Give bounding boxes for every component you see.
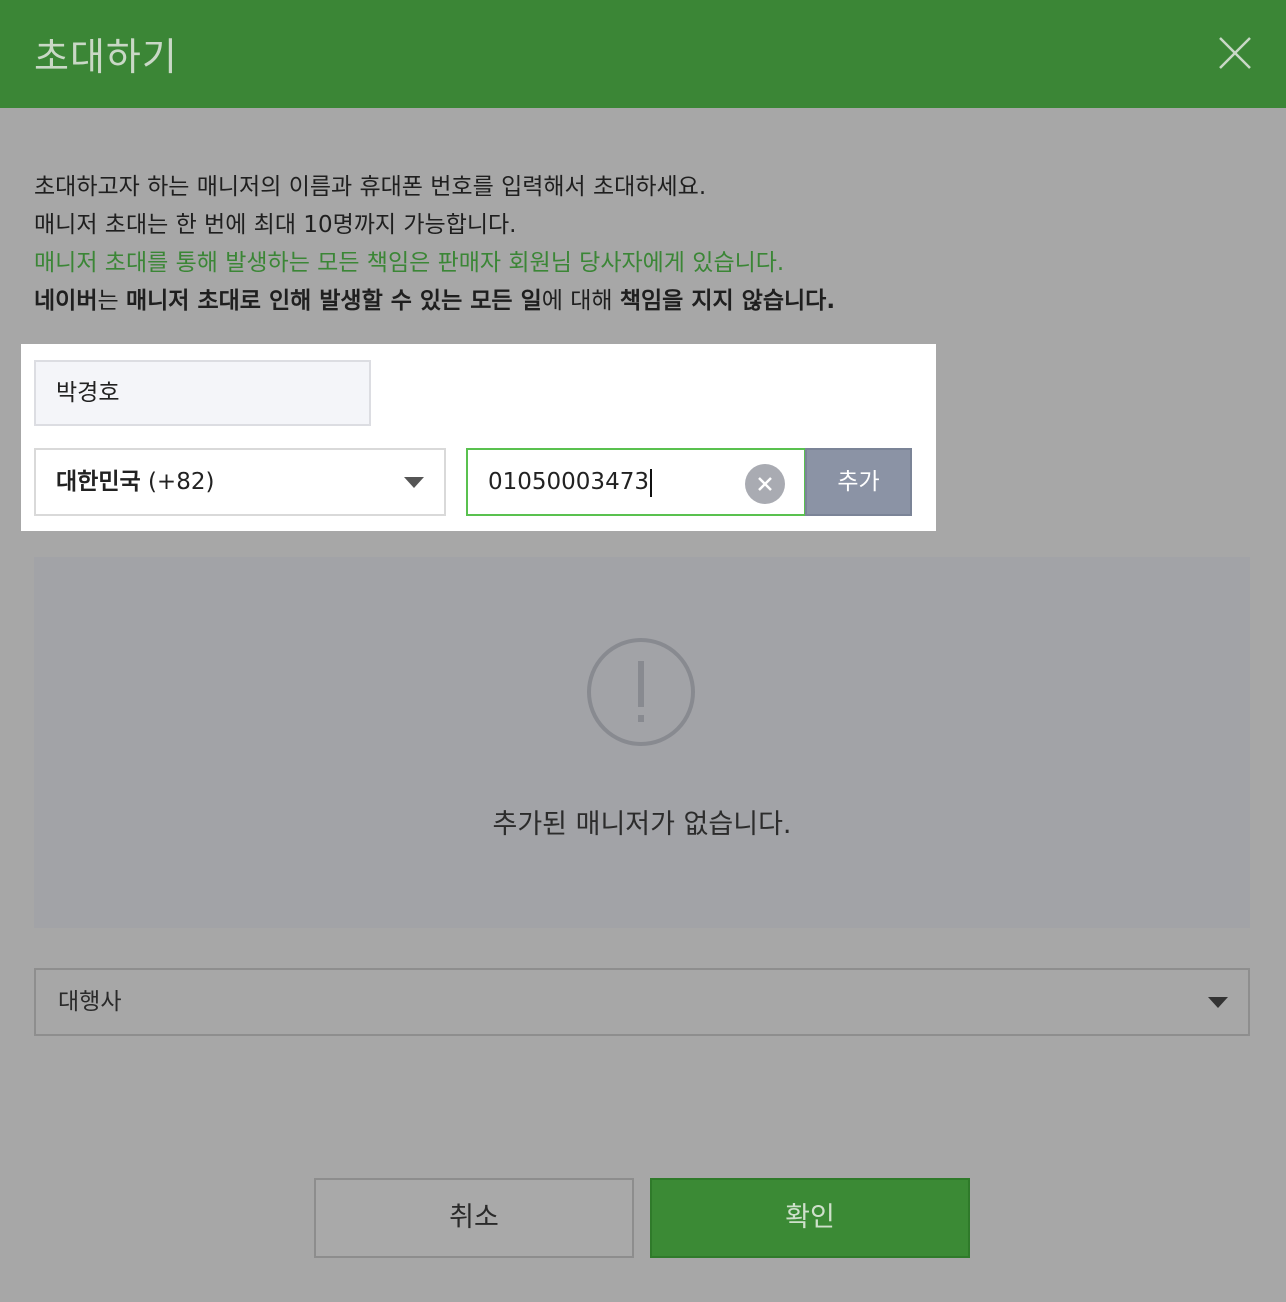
- disclaimer-part-5: 책임을 지지 않습니다.: [619, 288, 836, 314]
- country-code: (+82): [147, 469, 215, 495]
- info-line-disclaimer: 네이버는 매니저 초대로 인해 발생할 수 있는 모든 일에 대해 책임을 지지…: [34, 282, 835, 320]
- clear-icon[interactable]: [745, 464, 785, 504]
- info-line-responsibility: 매니저 초대를 통해 발생하는 모든 책임은 판매자 회원님 당사자에게 있습니…: [34, 250, 785, 276]
- cancel-button[interactable]: 취소: [314, 1178, 634, 1258]
- country-select[interactable]: 대한민국 (+82): [34, 448, 446, 516]
- agency-selected: 대행사: [58, 989, 122, 1015]
- chevron-down-icon: [1208, 997, 1228, 1008]
- empty-message: 추가된 매니저가 없습니다.: [492, 809, 792, 840]
- phone-input[interactable]: 01050003473: [466, 448, 806, 516]
- exclamation-circle-icon: [586, 637, 696, 747]
- invite-info: 초대하고자 하는 매니저의 이름과 휴대폰 번호를 입력해서 초대하세요. 매니…: [34, 168, 835, 320]
- close-icon[interactable]: [1214, 32, 1256, 74]
- chevron-down-icon: [404, 477, 424, 488]
- phone-value: 01050003473: [488, 469, 649, 495]
- dialog-title: 초대하기: [34, 35, 178, 79]
- dialog-header: 초대하기: [0, 0, 1286, 108]
- name-input[interactable]: 박경호: [34, 360, 371, 426]
- invite-form-panel: 박경호 대한민국 (+82) 01050003473 추가: [21, 344, 936, 531]
- confirm-button[interactable]: 확인: [650, 1178, 970, 1258]
- disclaimer-part-2: 는: [97, 288, 126, 314]
- agency-select[interactable]: 대행사: [34, 968, 1250, 1036]
- country-name: 대한민국: [56, 469, 141, 495]
- disclaimer-part-4: 에 대해: [541, 288, 620, 314]
- manager-list-empty: 추가된 매니저가 없습니다.: [34, 557, 1250, 928]
- disclaimer-part-1: 네이버: [34, 288, 98, 314]
- info-line-2: 매니저 초대는 한 번에 최대 10명까지 가능합니다.: [34, 212, 517, 238]
- info-line-1: 초대하고자 하는 매니저의 이름과 휴대폰 번호를 입력해서 초대하세요.: [34, 174, 707, 200]
- text-cursor: [649, 468, 652, 497]
- disclaimer-part-3: 매니저 초대로 인해 발생할 수 있는 모든 일: [125, 288, 542, 314]
- add-manager-button[interactable]: 추가: [805, 448, 912, 516]
